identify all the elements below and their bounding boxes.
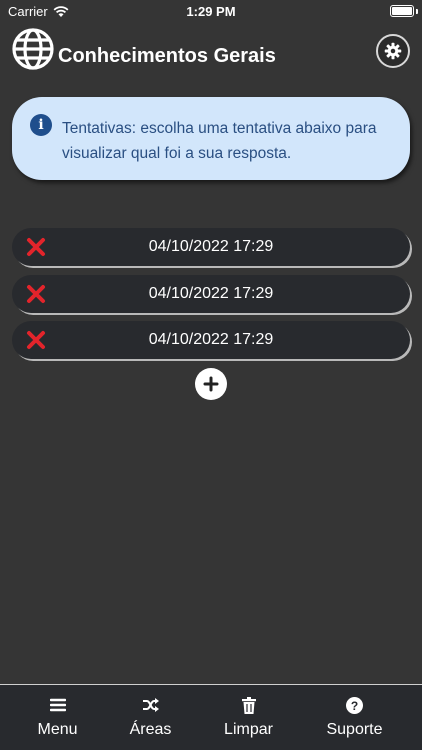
gear-icon	[384, 42, 402, 60]
tab-label: Áreas	[129, 721, 172, 738]
tab-limpar[interactable]: Limpar	[196, 685, 301, 750]
info-text: Tentativas: escolha uma tentativa abaixo…	[62, 120, 377, 162]
tab-suporte[interactable]: ? Suporte	[302, 685, 407, 750]
attempt-row[interactable]: 04/10/2022 17:29	[12, 275, 410, 313]
status-time: 1:29 PM	[186, 4, 236, 19]
plus-icon	[203, 376, 219, 392]
info-banner: i Tentativas: escolha uma tentativa abai…	[12, 97, 410, 180]
tab-label: Suporte	[326, 721, 383, 738]
status-bar: Carrier 1:29 PM	[0, 0, 422, 22]
svg-text:?: ?	[351, 698, 358, 712]
page-title: Conhecimentos Gerais	[58, 45, 276, 67]
add-attempt-button[interactable]	[195, 368, 227, 400]
attempt-date: 04/10/2022 17:29	[148, 285, 274, 302]
shuffle-icon	[142, 698, 159, 712]
tab-label: Limpar	[224, 721, 273, 738]
battery-icon	[390, 5, 414, 17]
attempt-row[interactable]: 04/10/2022 17:29	[12, 321, 410, 359]
help-icon: ?	[346, 696, 363, 714]
attempt-date: 04/10/2022 17:29	[148, 331, 274, 348]
menu-icon	[49, 698, 66, 712]
attempt-row[interactable]: 04/10/2022 17:29	[12, 228, 410, 266]
info-icon: i	[30, 114, 52, 136]
tab-bar: Menu Áreas Limpar ? Suporte	[0, 684, 422, 750]
globe-icon	[12, 28, 54, 70]
trash-icon	[241, 696, 256, 714]
tab-label: Menu	[37, 721, 78, 738]
settings-button[interactable]	[376, 34, 410, 68]
tab-menu[interactable]: Menu	[5, 685, 110, 750]
tab-areas[interactable]: Áreas	[98, 685, 203, 750]
attempt-date: 04/10/2022 17:29	[148, 238, 274, 255]
header: Conhecimentos Gerais	[0, 26, 422, 74]
